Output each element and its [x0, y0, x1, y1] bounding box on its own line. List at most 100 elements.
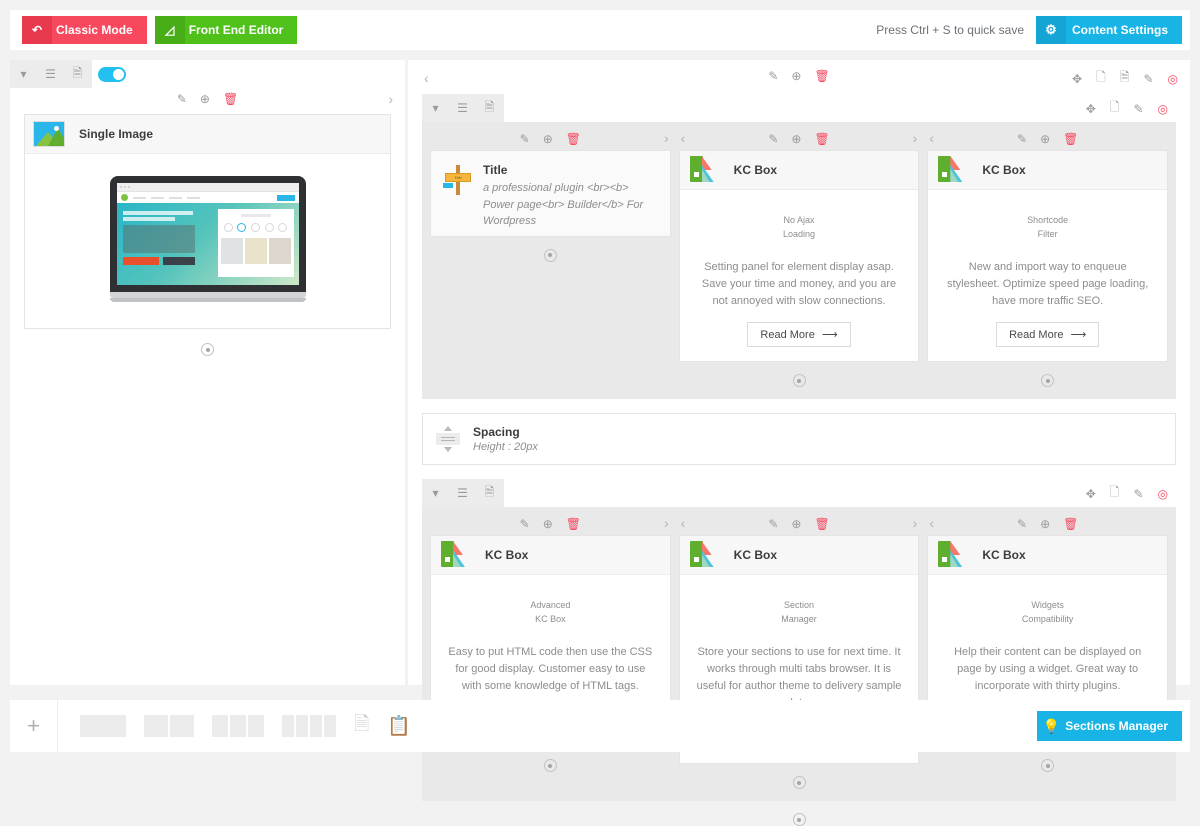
stepper-icon	[433, 424, 463, 454]
add-icon[interactable]: ⊕	[791, 70, 801, 82]
move-icon[interactable]: ✥	[1086, 487, 1096, 501]
edit-icon[interactable]: ✎	[768, 133, 778, 145]
trash-icon[interactable]: 🗑	[223, 93, 238, 105]
add-circle-icon[interactable]	[1041, 759, 1054, 772]
add-circle-icon[interactable]	[544, 249, 557, 262]
close-icon[interactable]: ◎	[1158, 487, 1168, 501]
content-settings-button[interactable]: ⚙ Content Settings	[1036, 16, 1182, 44]
add-circle-icon[interactable]	[793, 813, 806, 826]
chevron-left-icon[interactable]: ‹	[681, 515, 686, 531]
chevron-left-icon[interactable]: ‹	[424, 70, 429, 86]
add-section-button[interactable]: +	[10, 700, 58, 752]
clipboard-icon[interactable]: 📋	[387, 714, 411, 738]
layout-preset-3-column[interactable]	[212, 715, 264, 737]
trash-icon[interactable]: 🗑	[814, 518, 829, 530]
close-icon[interactable]: ◎	[1158, 102, 1168, 116]
add-icon[interactable]: ⊕	[1040, 133, 1050, 145]
chevron-left-icon[interactable]: ‹	[929, 130, 934, 146]
edit-icon[interactable]: ✎	[1133, 487, 1143, 501]
spacing-element[interactable]: Spacing Height : 20px	[422, 413, 1176, 465]
title-element[interactable]: Title Title a professional plugin <br><b…	[430, 150, 671, 237]
page-icon[interactable]: 🗎	[476, 94, 503, 122]
list-icon[interactable]: ☰	[37, 60, 64, 88]
chevron-right-icon[interactable]: ›	[913, 515, 918, 531]
add-circle-icon[interactable]	[201, 343, 214, 356]
add-icon[interactable]: ⊕	[791, 133, 801, 145]
trash-icon[interactable]: 🗑	[566, 518, 581, 530]
page-icon[interactable]: 🗎	[64, 60, 91, 88]
copy-icon[interactable]: 🗋	[1110, 98, 1120, 119]
layout-preset-1-column[interactable]	[80, 715, 126, 737]
single-image-header: Single Image	[25, 115, 390, 154]
copy-icon[interactable]: 🗋	[1110, 483, 1120, 504]
top-toolbar-left: ↶ Classic Mode ◿ Front End Editor	[10, 10, 297, 50]
column-toolbar: ✎ ⊕ 🗑	[430, 513, 671, 535]
chevron-left-icon[interactable]: ‹	[681, 130, 686, 146]
classic-mode-button[interactable]: ↶ Classic Mode	[22, 16, 147, 44]
add-circle-icon[interactable]	[544, 759, 557, 772]
edit-icon[interactable]: ✎	[1017, 133, 1027, 145]
column-add-element-button[interactable]	[430, 249, 671, 262]
column-add-element-button[interactable]	[679, 374, 920, 387]
chevron-down-icon[interactable]: ▾	[422, 479, 449, 507]
edit-icon[interactable]: ✎	[1017, 518, 1027, 530]
left-add-element-button[interactable]	[10, 343, 405, 356]
chevron-right-icon[interactable]: ›	[664, 130, 669, 146]
column-add-element-button[interactable]	[679, 776, 920, 789]
edit-icon[interactable]: ✎	[520, 518, 530, 530]
edit-icon[interactable]: ✎	[768, 518, 778, 530]
row2-columns: ✎ ⊕ 🗑 › KC Box	[422, 507, 1176, 801]
add-circle-icon[interactable]	[793, 776, 806, 789]
move-icon[interactable]: ✥	[1086, 102, 1096, 116]
kc-box-icon	[938, 541, 968, 569]
chevron-right-icon[interactable]: ›	[388, 91, 393, 107]
chevron-left-icon[interactable]: ‹	[929, 515, 934, 531]
single-image-preview	[25, 154, 390, 328]
add-icon[interactable]: ⊕	[543, 518, 553, 530]
trash-icon[interactable]: 🗑	[814, 133, 829, 145]
trash-icon[interactable]: 🗑	[566, 133, 581, 145]
list-icon[interactable]: ☰	[449, 94, 476, 122]
layout-preset-4-column[interactable]	[282, 715, 336, 737]
column-toolbar: ✎ ⊕ 🗑	[679, 128, 920, 150]
chevron-right-icon[interactable]: ›	[913, 130, 918, 146]
add-circle-icon[interactable]	[793, 374, 806, 387]
chevron-right-icon[interactable]: ›	[664, 515, 669, 531]
add-icon[interactable]: ⊕	[543, 133, 553, 145]
sections-manager-button[interactable]: 💡 Sections Manager	[1037, 711, 1182, 741]
column-add-element-button[interactable]	[927, 759, 1168, 772]
trash-icon[interactable]: 🗑	[1063, 133, 1078, 145]
add-icon[interactable]: ⊕	[791, 518, 801, 530]
single-image-element[interactable]: Single Image	[24, 114, 391, 329]
kc-box-element[interactable]: KC Box Shortcode Filter New and import w…	[927, 150, 1168, 362]
kc-box-subline-2: Compatibility	[942, 613, 1153, 627]
edit-icon[interactable]: ✎	[768, 70, 778, 82]
document-icon[interactable]: 🗎	[354, 710, 369, 742]
column-add-element-button[interactable]	[927, 374, 1168, 387]
kc-box-icon	[441, 541, 471, 569]
section-add-row-button[interactable]	[408, 813, 1190, 826]
left-element-toolbar: ✎ ⊕ 🗑	[10, 88, 405, 110]
edit-icon[interactable]: ✎	[1133, 102, 1143, 116]
kc-box-body: Shortcode Filter New and import way to e…	[928, 190, 1167, 361]
list-icon[interactable]: ☰	[449, 479, 476, 507]
chevron-down-icon[interactable]: ▾	[422, 94, 449, 122]
column-toolbar: ✎ ⊕ 🗑	[927, 513, 1168, 535]
kc-box-element[interactable]: KC Box No Ajax Loading Setting panel for…	[679, 150, 920, 362]
trash-icon[interactable]: 🗑	[1063, 518, 1078, 530]
front-end-editor-button[interactable]: ◿ Front End Editor	[155, 16, 298, 44]
add-icon[interactable]: ⊕	[200, 93, 210, 105]
read-more-button[interactable]: Read More ⟶	[747, 322, 850, 347]
page-icon[interactable]: 🗎	[476, 479, 503, 507]
add-circle-icon[interactable]	[1041, 374, 1054, 387]
column-add-element-button[interactable]	[430, 759, 671, 772]
trash-icon[interactable]: 🗑	[814, 70, 829, 82]
read-more-button[interactable]: Read More ⟶	[996, 322, 1099, 347]
add-icon[interactable]: ⊕	[1040, 518, 1050, 530]
kc-box-title: KC Box	[720, 163, 777, 177]
edit-icon[interactable]: ✎	[520, 133, 530, 145]
left-panel-toggle[interactable]	[98, 67, 126, 82]
chevron-down-icon[interactable]: ▾	[10, 60, 37, 88]
layout-preset-2-column[interactable]	[144, 715, 194, 737]
edit-icon[interactable]: ✎	[177, 93, 187, 105]
